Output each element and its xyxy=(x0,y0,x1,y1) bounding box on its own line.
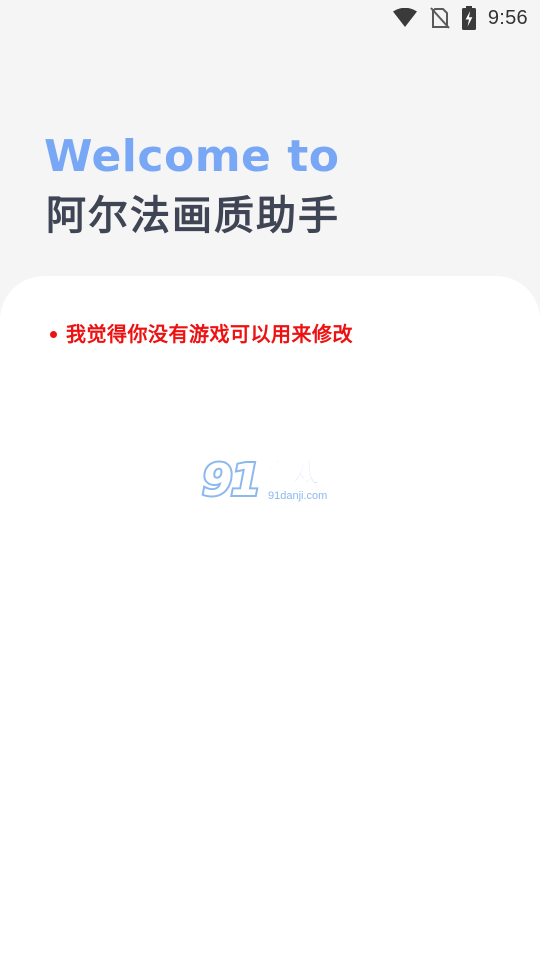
content-card: 我觉得你没有游戏可以用来修改 91 游戏 91danji.com xyxy=(0,276,540,960)
watermark-logo-domain: 91danji.com xyxy=(268,490,327,502)
no-sim-icon xyxy=(430,7,450,29)
battery-charging-icon xyxy=(461,6,476,30)
status-time: 9:56 xyxy=(487,6,528,29)
welcome-title: Welcome to xyxy=(44,131,340,182)
watermark-logo-number: 91 xyxy=(202,455,259,506)
wifi-icon xyxy=(392,8,418,28)
watermark-logo: 91 游戏 91danji.com xyxy=(200,451,340,509)
watermark-logo-text: 游戏 xyxy=(266,458,320,489)
bullet-icon xyxy=(50,330,57,338)
notice-row: 我觉得你没有游戏可以用来修改 xyxy=(50,320,353,348)
app-screen: 9:56 Welcome to 阿尔法画质助手 我觉得你没有游戏可以用来修改 9… xyxy=(0,0,540,960)
app-name-title: 阿尔法画质助手 xyxy=(46,193,340,239)
notice-text: 我觉得你没有游戏可以用来修改 xyxy=(66,322,353,346)
status-icons: 9:56 xyxy=(392,5,528,31)
status-bar: 9:56 xyxy=(0,0,540,36)
